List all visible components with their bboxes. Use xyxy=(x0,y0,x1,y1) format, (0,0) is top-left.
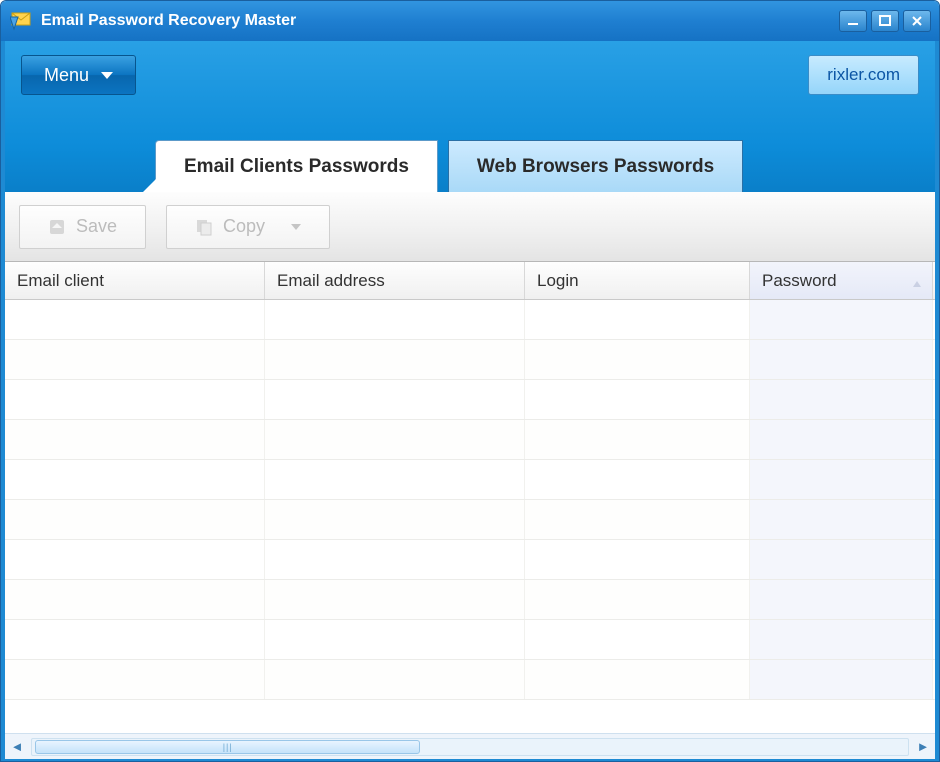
table-cell xyxy=(265,380,525,419)
scroll-right-button[interactable]: ► xyxy=(911,735,935,759)
table-row[interactable] xyxy=(5,340,935,380)
table-cell xyxy=(750,460,933,499)
table-cell xyxy=(750,340,933,379)
table-cell xyxy=(5,540,265,579)
table-cell xyxy=(5,340,265,379)
table-cell xyxy=(5,460,265,499)
table-row[interactable] xyxy=(5,380,935,420)
copy-button[interactable]: Copy xyxy=(166,205,330,249)
table-cell xyxy=(265,300,525,339)
table-cell xyxy=(525,380,750,419)
toolbar: Save Copy xyxy=(5,192,935,262)
table-cell xyxy=(265,340,525,379)
table-body xyxy=(5,300,935,700)
table-cell xyxy=(5,620,265,659)
table-cell xyxy=(265,460,525,499)
table-cell xyxy=(5,660,265,699)
content-area: Save Copy Email clientEmail addressLogin… xyxy=(1,192,939,762)
table-row[interactable] xyxy=(5,420,935,460)
table-row[interactable] xyxy=(5,580,935,620)
minimize-button[interactable] xyxy=(839,10,867,32)
table-cell xyxy=(525,540,750,579)
tab-label: Web Browsers Passwords xyxy=(477,156,714,178)
grip-icon: ||| xyxy=(223,742,233,752)
scroll-left-button[interactable]: ◄ xyxy=(5,735,29,759)
column-header[interactable]: Login xyxy=(525,262,750,299)
table-cell xyxy=(5,580,265,619)
table-cell xyxy=(525,340,750,379)
table-row[interactable] xyxy=(5,460,935,500)
column-header[interactable]: Email client xyxy=(5,262,265,299)
table-cell xyxy=(525,460,750,499)
table-cell xyxy=(5,420,265,459)
save-button-label: Save xyxy=(76,216,117,237)
save-icon xyxy=(48,218,66,236)
table-cell xyxy=(525,620,750,659)
table-cell xyxy=(750,300,933,339)
table-cell xyxy=(265,500,525,539)
table-cell xyxy=(750,660,933,699)
table-cell xyxy=(5,500,265,539)
table-cell xyxy=(265,620,525,659)
table-cell xyxy=(525,660,750,699)
menu-button-label: Menu xyxy=(44,65,89,86)
site-link-button[interactable]: rixler.com xyxy=(808,55,919,95)
table-cell xyxy=(265,580,525,619)
app-window: Email Password Recovery Master Menu rixl… xyxy=(0,0,940,762)
copy-button-label: Copy xyxy=(223,216,265,237)
table-cell xyxy=(525,420,750,459)
window-title: Email Password Recovery Master xyxy=(41,12,839,30)
table-cell xyxy=(525,300,750,339)
tab-label: Email Clients Passwords xyxy=(184,156,409,178)
horizontal-scrollbar[interactable]: ◄ ||| ► xyxy=(5,733,935,759)
table-row[interactable] xyxy=(5,620,935,660)
tab-email-clients[interactable]: Email Clients Passwords xyxy=(155,140,438,192)
table-cell xyxy=(750,580,933,619)
table-cell xyxy=(265,540,525,579)
chevron-down-icon xyxy=(101,72,113,79)
menu-button[interactable]: Menu xyxy=(21,55,136,95)
table: Email clientEmail addressLoginPassword ◄… xyxy=(5,262,935,759)
copy-icon xyxy=(195,218,213,236)
save-button[interactable]: Save xyxy=(19,205,146,249)
table-row[interactable] xyxy=(5,500,935,540)
table-row[interactable] xyxy=(5,660,935,700)
table-cell xyxy=(5,300,265,339)
maximize-button[interactable] xyxy=(871,10,899,32)
sort-indicator-icon xyxy=(912,274,922,294)
table-cell xyxy=(525,580,750,619)
titlebar-controls xyxy=(839,10,931,32)
column-header[interactable]: Email address xyxy=(265,262,525,299)
table-cell xyxy=(750,500,933,539)
tab-row: Email Clients Passwords Web Browsers Pas… xyxy=(155,140,743,192)
scroll-thumb[interactable]: ||| xyxy=(35,740,420,754)
table-row[interactable] xyxy=(5,540,935,580)
tab-web-browsers[interactable]: Web Browsers Passwords xyxy=(448,140,743,192)
table-cell xyxy=(265,420,525,459)
table-cell xyxy=(750,380,933,419)
table-cell xyxy=(750,540,933,579)
header-panel: Menu rixler.com Email Clients Passwords … xyxy=(1,41,939,192)
table-cell xyxy=(525,500,750,539)
table-cell xyxy=(5,380,265,419)
scroll-track[interactable]: ||| xyxy=(31,738,909,756)
table-cell xyxy=(750,420,933,459)
titlebar: Email Password Recovery Master xyxy=(1,1,939,41)
table-cell xyxy=(265,660,525,699)
close-button[interactable] xyxy=(903,10,931,32)
chevron-down-icon xyxy=(291,224,301,230)
column-header[interactable]: Password xyxy=(750,262,933,299)
app-icon xyxy=(9,9,33,33)
table-row[interactable] xyxy=(5,300,935,340)
site-link-label: rixler.com xyxy=(827,65,900,85)
table-header: Email clientEmail addressLoginPassword xyxy=(5,262,935,300)
table-cell xyxy=(750,620,933,659)
